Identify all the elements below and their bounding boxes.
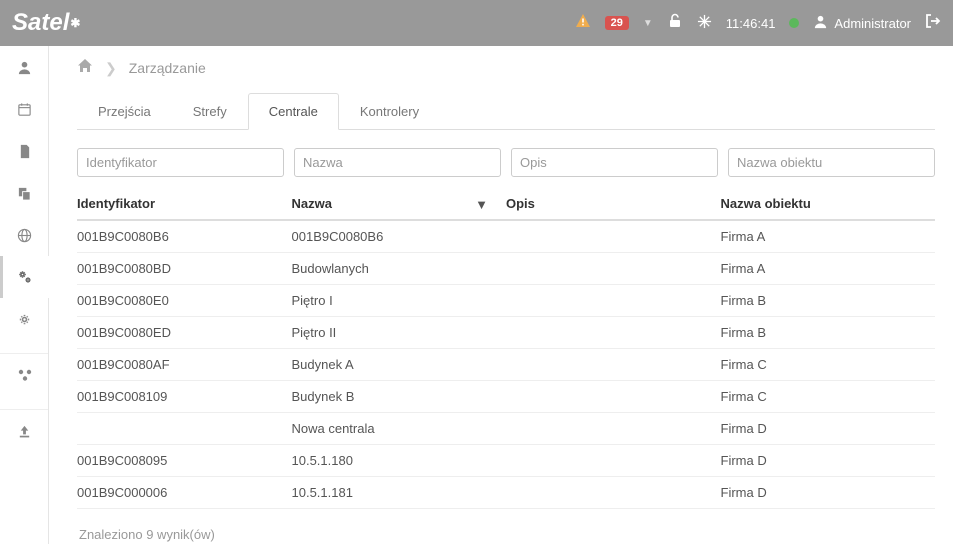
cell-desc [506,317,721,349]
cell-name: Budowlanych [292,253,507,285]
cell-desc [506,413,721,445]
table-row[interactable]: 001B9C0080E0Piętro I Firma B [77,285,935,317]
col-header-desc[interactable]: Opis [506,189,721,220]
table-row[interactable]: 001B9C0080B6001B9C0080B6 Firma A [77,220,935,253]
cell-name: 10.5.1.181 [292,477,507,509]
sidebar-item-upload[interactable] [0,410,49,452]
filter-object[interactable] [728,148,935,177]
sidebar-item-calendar[interactable] [0,88,49,130]
breadcrumb-arrow-icon: ❯ [105,60,117,77]
filter-name[interactable] [294,148,501,177]
logo: Satel✱ [12,9,80,37]
cell-name: Piętro II [292,317,507,349]
cell-obj: Firma D [721,445,936,477]
cell-desc [506,381,721,413]
cell-desc [506,253,721,285]
cell-id: 001B9C0080AF [77,349,292,381]
col-header-name-label: Nazwa [292,196,332,211]
cell-name: 001B9C0080B6 [292,220,507,253]
tab-kontrolery[interactable]: Kontrolery [339,93,440,130]
alert-dropdown-icon[interactable]: ▼ [643,18,653,29]
topbar: Satel✱ 29 ▼ 11:46:41 Administrator [0,0,953,46]
sidebar-item-document[interactable] [0,130,49,172]
logo-text: Satel [12,9,69,37]
cell-desc [506,349,721,381]
sidebar-item-user[interactable] [0,46,49,88]
tab-przejscia[interactable]: Przejścia [77,93,172,130]
logout-icon[interactable] [925,13,941,34]
cell-id: 001B9C000006 [77,477,292,509]
breadcrumb-current: Zarządzanie [129,60,206,76]
cell-obj: Firma D [721,413,936,445]
results-count: Znaleziono 9 wynik(ów) [77,527,935,542]
filter-desc[interactable] [511,148,718,177]
warning-icon[interactable] [575,13,591,34]
status-indicator [789,18,799,28]
cell-name: Nowa centrala [292,413,507,445]
tab-strefy[interactable]: Strefy [172,93,248,130]
cell-name: Budynek A [292,349,507,381]
breadcrumb: ❯ Zarządzanie [77,56,935,88]
sidebar-item-globe[interactable] [0,214,49,256]
table-row[interactable]: 001B9C0080BDBudowlanych Firma A [77,253,935,285]
user-icon [813,14,828,33]
user-menu[interactable]: Administrator [813,14,911,33]
alert-badge[interactable]: 29 [605,16,629,30]
cell-obj: Firma B [721,285,936,317]
sidebar-item-gear[interactable] [0,298,49,340]
snowflake-icon[interactable] [697,14,712,33]
sidebar-item-gears[interactable] [0,256,49,298]
table-row[interactable]: 001B9C00000610.5.1.181 Firma D [77,477,935,509]
table-row[interactable]: 001B9C0080EDPiętro II Firma B [77,317,935,349]
main-content: ❯ Zarządzanie Przejścia Strefy Centrale … [49,46,953,544]
col-header-name[interactable]: Nazwa ▼ [292,189,507,220]
filter-id[interactable] [77,148,284,177]
table-row[interactable]: 001B9C00809510.5.1.180 Firma D [77,445,935,477]
cell-id: 001B9C008095 [77,445,292,477]
cell-obj: Firma D [721,477,936,509]
cell-id: 001B9C0080BD [77,253,292,285]
data-table: Identyfikator Nazwa ▼ Opis Nazwa obiektu… [77,189,935,509]
cell-obj: Firma C [721,349,936,381]
tabs: Przejścia Strefy Centrale Kontrolery [77,92,935,130]
home-icon[interactable] [77,58,93,78]
sidebar-item-copy[interactable] [0,172,49,214]
col-header-id[interactable]: Identyfikator [77,189,292,220]
clock-text: 11:46:41 [726,16,776,31]
cell-obj: Firma C [721,381,936,413]
cell-name: 10.5.1.180 [292,445,507,477]
sidebar [0,46,49,544]
filter-row [77,148,935,177]
cell-desc [506,220,721,253]
cell-id: 001B9C0080B6 [77,220,292,253]
cell-id: 001B9C0080ED [77,317,292,349]
table-row[interactable]: Nowa centrala Firma D [77,413,935,445]
cell-desc [506,445,721,477]
tab-centrale[interactable]: Centrale [248,93,339,130]
cell-obj: Firma A [721,253,936,285]
sidebar-item-nodes[interactable] [0,354,49,396]
logo-star-icon: ✱ [70,16,80,30]
cell-id: 001B9C0080E0 [77,285,292,317]
unlock-icon[interactable] [667,13,683,33]
cell-id [77,413,292,445]
cell-desc [506,477,721,509]
sort-desc-icon: ▼ [475,197,488,212]
table-row[interactable]: 001B9C0080AFBudynek A Firma C [77,349,935,381]
cell-obj: Firma B [721,317,936,349]
cell-name: Piętro I [292,285,507,317]
cell-id: 001B9C008109 [77,381,292,413]
cell-desc [506,285,721,317]
col-header-obj[interactable]: Nazwa obiektu [721,189,936,220]
user-name: Administrator [834,16,911,31]
cell-obj: Firma A [721,220,936,253]
table-row[interactable]: 001B9C008109Budynek B Firma C [77,381,935,413]
cell-name: Budynek B [292,381,507,413]
topbar-right: 29 ▼ 11:46:41 Administrator [575,13,941,34]
